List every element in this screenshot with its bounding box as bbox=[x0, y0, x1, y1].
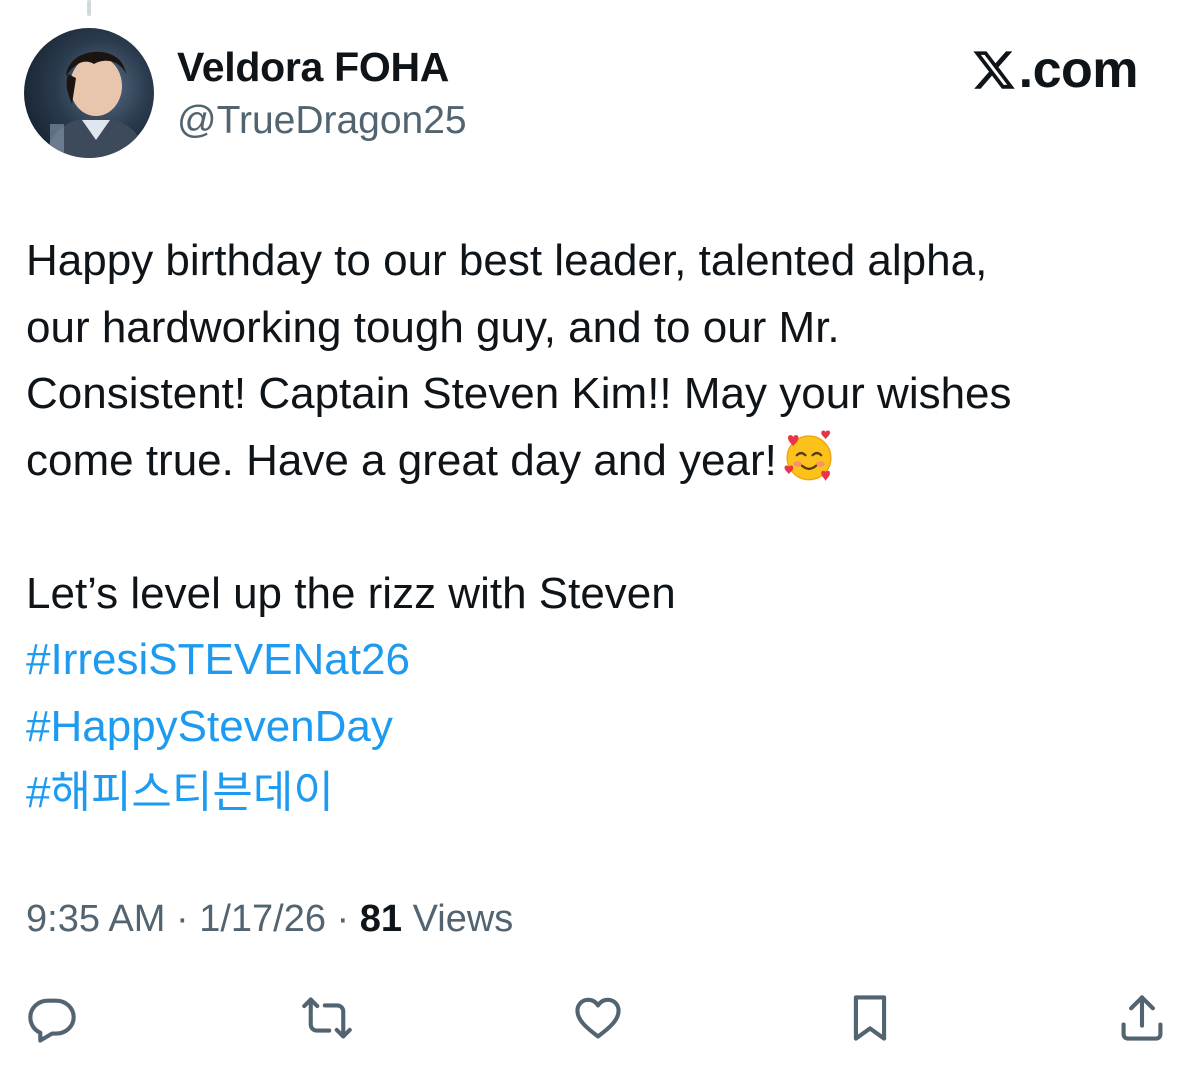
x-logo-icon bbox=[973, 51, 1015, 89]
author-handle[interactable]: @TrueDragon25 bbox=[177, 99, 467, 143]
tweet-line-with-emoji: come true. Have a great day and year! bbox=[26, 428, 1156, 495]
share-icon bbox=[1121, 995, 1163, 1041]
brand-watermark: .com bbox=[971, 40, 1139, 100]
tweet-metadata: 9:35 AM · 1/17/26 · 81 Views bbox=[26, 898, 513, 941]
smiling-face-with-hearts-icon bbox=[784, 430, 832, 481]
views-count: 81 bbox=[359, 898, 403, 940]
reply-button[interactable] bbox=[22, 988, 82, 1048]
tweet-second-paragraph: Let’s level up the rizz with Steven bbox=[26, 568, 676, 618]
heart-icon bbox=[575, 997, 621, 1039]
tweet-line: come true. Have a great day and year! bbox=[26, 435, 777, 485]
bookmark-button[interactable] bbox=[840, 988, 900, 1048]
tweet-text: Happy birthday to our best leader, talen… bbox=[26, 228, 1156, 827]
like-button[interactable] bbox=[568, 988, 628, 1048]
tweet-time[interactable]: 9:35 AM bbox=[26, 898, 165, 940]
tweet-line: our hardworking tough guy, and to our Mr… bbox=[26, 302, 840, 352]
hashtag-link[interactable]: #HappyStevenDay bbox=[26, 702, 393, 751]
author-display-name[interactable]: Veldora FOHA bbox=[177, 44, 449, 91]
meta-separator: · bbox=[326, 898, 360, 940]
hashtag-link[interactable]: #해피스티븐데이 bbox=[26, 768, 334, 817]
thread-connector-line bbox=[87, 0, 91, 16]
tweet-line: Happy birthday to our best leader, talen… bbox=[26, 236, 988, 285]
reply-icon bbox=[28, 998, 76, 1043]
share-button[interactable] bbox=[1112, 988, 1172, 1048]
avatar[interactable] bbox=[24, 28, 154, 158]
repost-button[interactable] bbox=[297, 988, 357, 1048]
repost-icon bbox=[302, 997, 352, 1039]
tweet-line: Consistent! Captain Steven Kim!! May you… bbox=[26, 369, 1012, 418]
views-label: Views bbox=[412, 898, 514, 940]
meta-separator: · bbox=[165, 898, 200, 940]
action-bar bbox=[0, 988, 1200, 1048]
brand-domain-label: .com bbox=[1018, 41, 1139, 99]
bookmark-icon bbox=[853, 995, 887, 1041]
tweet-date[interactable]: 1/17/26 bbox=[199, 898, 326, 940]
hashtag-link[interactable]: #IrresiSTEVENat26 bbox=[26, 635, 410, 684]
